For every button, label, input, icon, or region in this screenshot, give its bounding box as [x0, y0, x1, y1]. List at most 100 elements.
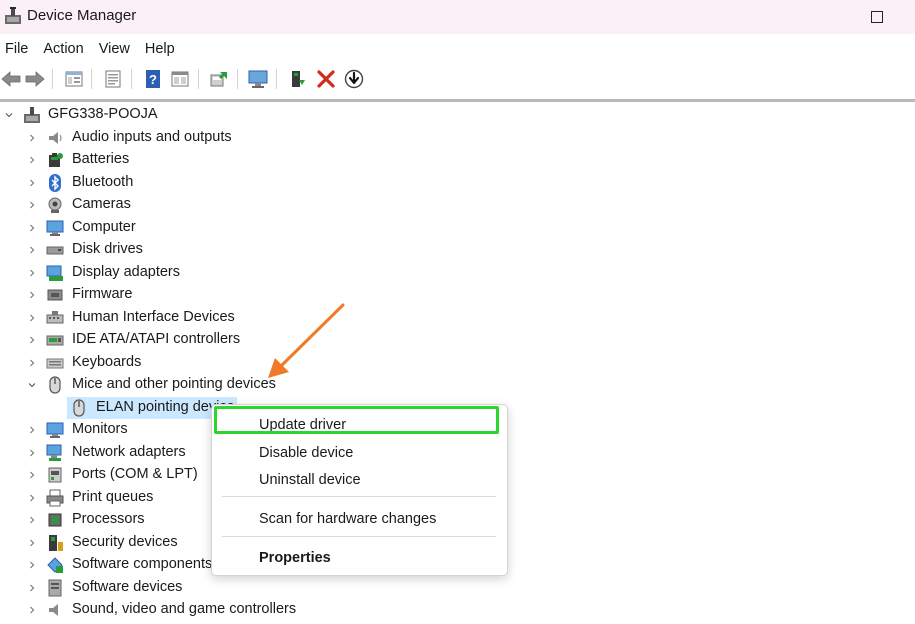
toolbar-separator [91, 69, 92, 89]
tree-item-audio-inputs-and-outputs[interactable]: Audio inputs and outputs [0, 127, 915, 149]
context-menu-scan-hardware[interactable]: Scan for hardware changes [259, 511, 436, 527]
toolbar: ? [0, 63, 915, 95]
context-menu-properties[interactable]: Properties [259, 550, 331, 566]
forward-arrow-icon [25, 71, 45, 87]
menu-bar: File Action View Help [0, 36, 184, 62]
tree-item-ide-ata-atapi-controllers[interactable]: IDE ATA/ATAPI controllers [0, 329, 915, 351]
context-menu-disable-device[interactable]: Disable device [259, 445, 353, 461]
chevron-right-icon[interactable] [26, 222, 38, 234]
title-bar: Device Manager [0, 0, 915, 34]
scan-hardware-icon [248, 70, 268, 88]
minimize-button[interactable] [755, 0, 801, 34]
toolbar-divider [0, 99, 915, 102]
toolbar-separator [131, 69, 132, 89]
menu-file[interactable]: File [0, 41, 34, 57]
device-manager-icon [5, 7, 21, 24]
chevron-right-icon[interactable] [26, 559, 38, 571]
chevron-right-icon[interactable] [26, 514, 38, 526]
tree-item-label: Human Interface Devices [72, 309, 235, 325]
chevron-right-icon[interactable] [26, 537, 38, 549]
properties-panel-icon [65, 71, 83, 87]
chevron-right-icon[interactable] [26, 244, 38, 256]
tree-item-label: Security devices [72, 534, 178, 550]
tree-item-label: Cameras [72, 196, 131, 212]
chevron-right-icon[interactable] [26, 267, 38, 279]
tree-item-label: Bluetooth [72, 174, 134, 190]
tree-item-display-adapters[interactable]: Display adapters [0, 262, 915, 284]
chevron-right-icon[interactable] [26, 334, 38, 346]
tree-item-label: Ports (COM & LPT) [72, 466, 198, 482]
context-menu-uninstall-device[interactable]: Uninstall device [259, 472, 361, 488]
chevron-right-icon[interactable] [26, 582, 38, 594]
tree-item-label: Network adapters [72, 444, 186, 460]
forward-button[interactable] [24, 68, 46, 90]
chevron-right-icon[interactable] [26, 289, 38, 301]
tree-item-keyboards[interactable]: Keyboards [0, 352, 915, 374]
remove-device-button[interactable] [315, 68, 337, 90]
download-driver-button[interactable] [343, 68, 365, 90]
tree-item-label: Display adapters [72, 264, 180, 280]
remove-device-icon [317, 70, 335, 88]
tree-item-mice-and-other-pointing-devices[interactable]: Mice and other pointing devices [0, 374, 915, 396]
firmware-icon [46, 286, 64, 304]
computer-root-icon [23, 106, 41, 124]
chevron-down-icon[interactable] [3, 109, 15, 121]
tree-item-software-devices[interactable]: Software devices [0, 577, 915, 599]
details-view-icon [171, 71, 189, 87]
maximize-button[interactable] [854, 0, 900, 34]
details-view-button[interactable] [169, 68, 191, 90]
tree-item-label: Print queues [72, 489, 154, 505]
tree-item-cameras[interactable]: Cameras [0, 194, 915, 216]
chevron-right-icon[interactable] [26, 199, 38, 211]
enable-device-button[interactable] [287, 68, 309, 90]
chevron-right-icon[interactable] [26, 424, 38, 436]
chevron-right-icon[interactable] [26, 312, 38, 324]
properties-panel-button[interactable] [63, 68, 85, 90]
tree-item-human-interface-devices[interactable]: Human Interface Devices [0, 307, 915, 329]
maximize-icon [871, 11, 883, 23]
tree-item-disk-drives[interactable]: Disk drives [0, 239, 915, 261]
help-button[interactable]: ? [142, 68, 164, 90]
tree-item-sound-video-and-game-controllers[interactable]: Sound, video and game controllers [0, 599, 915, 621]
keyboard-icon [46, 354, 64, 372]
chevron-right-icon[interactable] [26, 177, 38, 189]
network-adapter-icon [46, 444, 64, 462]
tree-item-bluetooth[interactable]: Bluetooth [0, 172, 915, 194]
security-device-icon [46, 534, 64, 552]
list-view-icon [105, 70, 121, 88]
toolbar-separator [237, 69, 238, 89]
chevron-down-icon[interactable] [26, 379, 38, 391]
tree-root-computer[interactable]: GFG338-POOJA [0, 104, 915, 126]
menu-help[interactable]: Help [139, 41, 181, 57]
tree-item-computer[interactable]: Computer [0, 217, 915, 239]
bluetooth-icon [46, 174, 64, 192]
chevron-right-icon[interactable] [26, 492, 38, 504]
chevron-right-icon[interactable] [26, 154, 38, 166]
tree-item-label: Batteries [72, 151, 130, 167]
menu-view[interactable]: View [93, 41, 136, 57]
tree-item-label: Audio inputs and outputs [72, 129, 232, 145]
chevron-right-icon[interactable] [26, 469, 38, 481]
toolbar-separator [198, 69, 199, 89]
tree-item-label: Mice and other pointing devices [72, 376, 276, 392]
scan-hardware-button[interactable] [247, 68, 269, 90]
list-view-button[interactable] [102, 68, 124, 90]
update-driver-button[interactable] [208, 68, 230, 90]
menu-action[interactable]: Action [37, 41, 89, 57]
tree-item-label: IDE ATA/ATAPI controllers [72, 331, 241, 347]
tree-item-label: Computer [72, 219, 136, 235]
mouse-icon [46, 376, 64, 394]
window-title: Device Manager [27, 7, 137, 24]
chevron-right-icon[interactable] [26, 357, 38, 369]
tree-item-label: Monitors [72, 421, 128, 437]
chevron-right-icon[interactable] [26, 132, 38, 144]
battery-icon [46, 151, 64, 169]
download-driver-icon [344, 69, 364, 89]
back-arrow-icon [1, 71, 21, 87]
chevron-right-icon[interactable] [26, 604, 38, 616]
back-button[interactable] [0, 68, 22, 90]
chevron-right-icon[interactable] [26, 447, 38, 459]
computer-icon [46, 219, 64, 237]
tree-item-firmware[interactable]: Firmware [0, 284, 915, 306]
tree-item-batteries[interactable]: Batteries [0, 149, 915, 171]
